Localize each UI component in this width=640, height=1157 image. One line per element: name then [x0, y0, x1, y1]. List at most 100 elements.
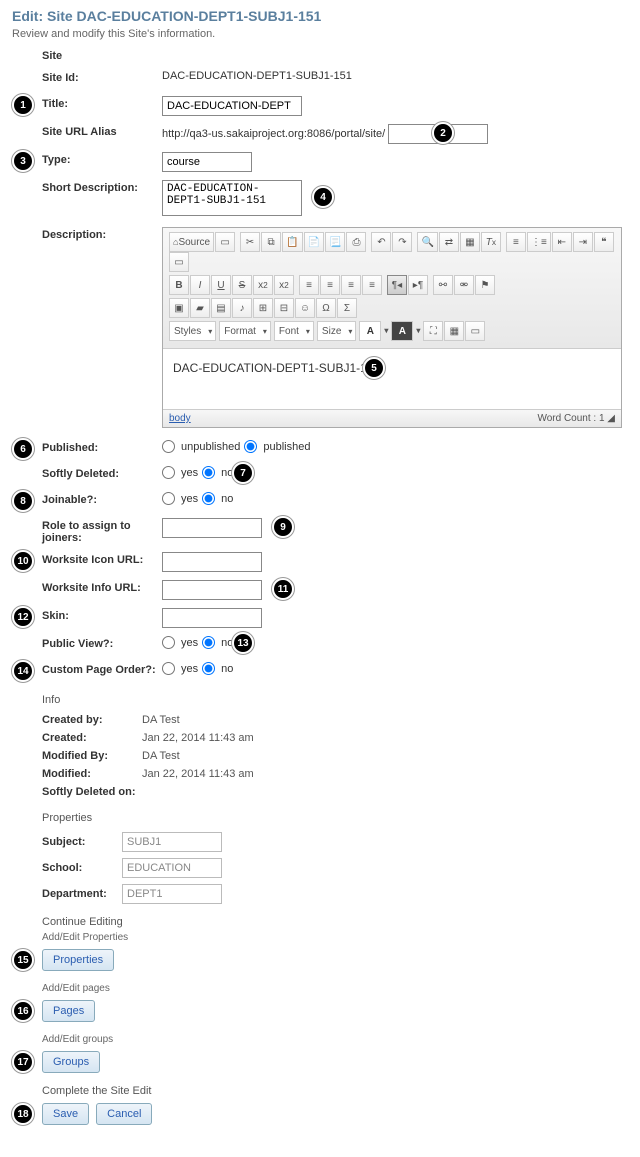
description-label: Description:	[12, 227, 162, 241]
properties-button[interactable]: Properties	[42, 949, 114, 971]
subscript-icon[interactable]: x2	[253, 275, 273, 295]
cancel-button[interactable]: Cancel	[96, 1103, 152, 1125]
title-input[interactable]	[162, 96, 302, 116]
icon-url-input[interactable]	[162, 552, 262, 572]
maximize-icon[interactable]: ⛶	[423, 321, 443, 341]
unpublished-radio[interactable]	[162, 440, 175, 453]
superscript-icon[interactable]: x2	[274, 275, 294, 295]
modified-value: Jan 22, 2014 11:43 am	[142, 768, 254, 780]
subject-input[interactable]	[122, 832, 222, 852]
source-button[interactable]: ⌂ Source	[169, 232, 214, 252]
remove-format-icon[interactable]: Tx	[481, 232, 501, 252]
align-left-icon[interactable]: ≡	[299, 275, 319, 295]
smiley-icon[interactable]: ☺	[295, 298, 315, 318]
editor-path-body[interactable]: body	[169, 413, 191, 424]
skin-input[interactable]	[162, 608, 262, 628]
rtl-icon[interactable]: ▸¶	[408, 275, 428, 295]
link-icon[interactable]: ⚯	[433, 275, 453, 295]
cut-icon[interactable]: ✂	[240, 232, 260, 252]
custom-order-yes-radio[interactable]	[162, 662, 175, 675]
unlink-icon[interactable]: ⚮	[454, 275, 474, 295]
copy-icon[interactable]: ⧉	[261, 232, 281, 252]
align-right-icon[interactable]: ≡	[341, 275, 361, 295]
audio-icon[interactable]: ♪	[232, 298, 252, 318]
math-icon[interactable]: Σ	[337, 298, 357, 318]
info-url-input[interactable]	[162, 580, 262, 600]
softly-deleted-no-radio[interactable]	[202, 466, 215, 479]
annotation-badge-6: 6	[12, 438, 34, 460]
role-joiners-input[interactable]	[162, 518, 262, 538]
strike-icon[interactable]: S	[232, 275, 252, 295]
groups-button[interactable]: Groups	[42, 1051, 100, 1073]
short-desc-input[interactable]: DAC-EDUCATION-DEPT1-SUBJ1-151	[162, 180, 302, 216]
editor-content-area[interactable]: DAC-EDUCATION-DEPT1-SUBJ1-151 5	[163, 349, 621, 409]
anchor-icon[interactable]: ⚑	[475, 275, 495, 295]
annotation-badge-17: 17	[12, 1051, 34, 1073]
show-blocks-icon[interactable]: ▦	[444, 321, 464, 341]
paste-icon[interactable]: 📋	[282, 232, 302, 252]
public-view-label: Public View?:	[12, 636, 162, 650]
styles-select[interactable]: Styles	[169, 321, 216, 341]
site-id-value: DAC-EDUCATION-DEPT1-SUBJ1-151	[162, 70, 628, 82]
addedit-groups-label: Add/Edit groups	[42, 1034, 628, 1045]
size-select[interactable]: Size	[317, 321, 356, 341]
ltr-icon[interactable]: ¶◂	[387, 275, 407, 295]
save-button[interactable]: Save	[42, 1103, 89, 1125]
bg-color-picker[interactable]: A	[391, 321, 413, 341]
special-char-icon[interactable]: Ω	[316, 298, 336, 318]
pages-button[interactable]: Pages	[42, 1000, 95, 1022]
div-icon[interactable]: ▭	[169, 252, 189, 272]
templates-icon[interactable]: ▭	[465, 321, 485, 341]
image-icon[interactable]: ▣	[169, 298, 189, 318]
print-icon[interactable]: ⎙	[346, 232, 366, 252]
flash-icon[interactable]: ▰	[190, 298, 210, 318]
table-icon[interactable]: ⊞	[253, 298, 273, 318]
joinable-no-radio[interactable]	[202, 492, 215, 505]
subject-label: Subject:	[42, 836, 122, 848]
blockquote-icon[interactable]: ❝	[594, 232, 614, 252]
hr-icon[interactable]: ⊟	[274, 298, 294, 318]
icon-url-label: Worksite Icon URL:	[12, 552, 162, 566]
continue-editing-heading: Continue Editing	[42, 916, 628, 928]
indent-icon[interactable]: ⇥	[573, 232, 593, 252]
custom-order-no-radio[interactable]	[202, 662, 215, 675]
font-select[interactable]: Font	[274, 321, 314, 341]
annotation-badge-12: 12	[12, 606, 34, 628]
public-view-no-radio[interactable]	[202, 636, 215, 649]
modified-by-label: Modified By:	[42, 750, 142, 762]
italic-icon[interactable]: I	[190, 275, 210, 295]
outdent-icon[interactable]: ⇤	[552, 232, 572, 252]
text-color-picker[interactable]: A	[359, 321, 381, 341]
created-value: Jan 22, 2014 11:43 am	[142, 732, 254, 744]
public-view-yes-radio[interactable]	[162, 636, 175, 649]
replace-icon[interactable]: ⇄	[439, 232, 459, 252]
modified-by-value: DA Test	[142, 750, 180, 762]
annotation-badge-18: 18	[12, 1103, 34, 1125]
annotation-badge-15: 15	[12, 949, 34, 971]
new-page-icon[interactable]: ▭	[215, 232, 235, 252]
paste-word-icon[interactable]: 📃	[325, 232, 345, 252]
select-all-icon[interactable]: ▦	[460, 232, 480, 252]
published-radio[interactable]	[244, 440, 257, 453]
softly-deleted-yes-radio[interactable]	[162, 466, 175, 479]
underline-icon[interactable]: U	[211, 275, 231, 295]
movie-icon[interactable]: ▤	[211, 298, 231, 318]
bold-icon[interactable]: B	[169, 275, 189, 295]
joinable-yes-radio[interactable]	[162, 492, 175, 505]
find-icon[interactable]: 🔍	[417, 232, 437, 252]
align-center-icon[interactable]: ≡	[320, 275, 340, 295]
redo-icon[interactable]: ↷	[392, 232, 412, 252]
school-input[interactable]	[122, 858, 222, 878]
numbered-list-icon[interactable]: ≡	[506, 232, 526, 252]
bullet-list-icon[interactable]: ⋮≡	[527, 232, 551, 252]
undo-icon[interactable]: ↶	[371, 232, 391, 252]
align-justify-icon[interactable]: ≡	[362, 275, 382, 295]
format-select[interactable]: Format	[219, 321, 271, 341]
department-input[interactable]	[122, 884, 222, 904]
annotation-badge-11: 11	[272, 578, 294, 600]
paste-text-icon[interactable]: 📄	[304, 232, 324, 252]
skin-label: Skin:	[12, 608, 162, 622]
info-heading: Info	[42, 694, 628, 706]
annotation-badge-9: 9	[272, 516, 294, 538]
type-input[interactable]	[162, 152, 252, 172]
